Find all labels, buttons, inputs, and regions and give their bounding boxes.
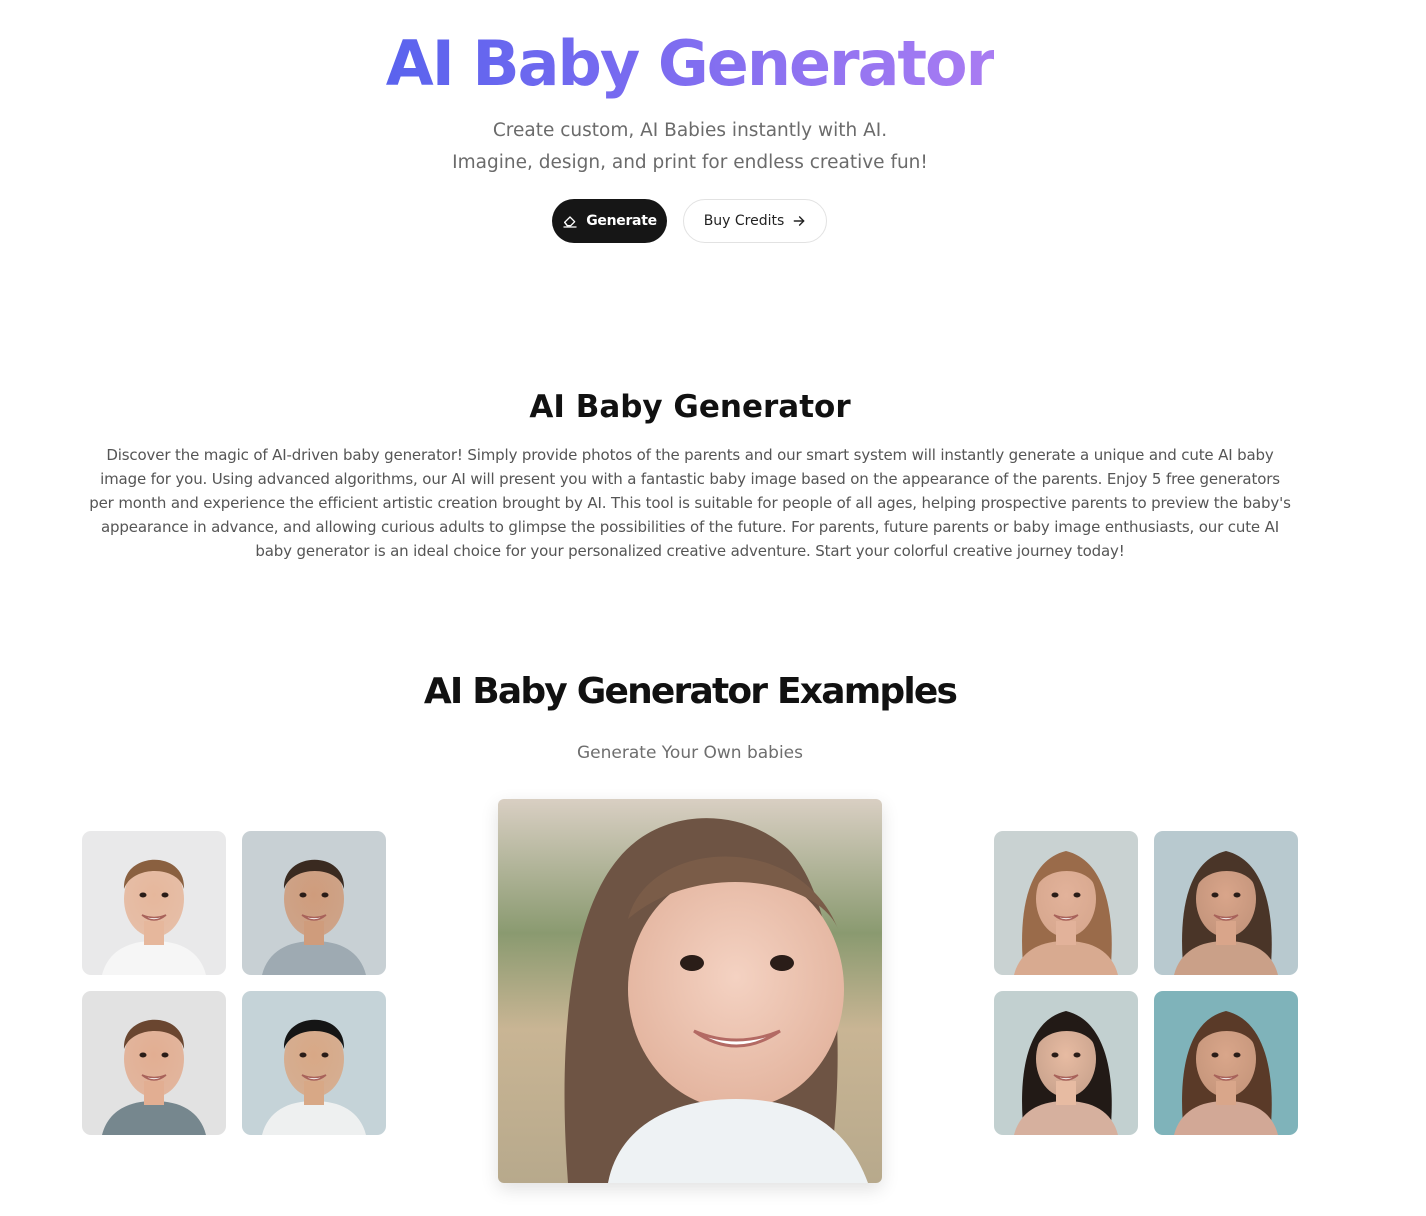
buy-credits-button[interactable]: Buy Credits <box>683 199 827 243</box>
father-photo[interactable] <box>242 991 386 1135</box>
examples-subtitle: Generate Your Own babies <box>577 743 803 763</box>
father-photo[interactable] <box>82 991 226 1135</box>
mother-photo[interactable] <box>1154 991 1298 1135</box>
mother-photo[interactable] <box>994 831 1138 975</box>
arrow-right-icon <box>792 214 806 228</box>
eraser-icon <box>562 213 578 229</box>
father-photo[interactable] <box>242 831 386 975</box>
mother-photo[interactable] <box>1154 831 1298 975</box>
hero-subtitle-line2: Imagine, design, and print for endless c… <box>452 152 928 173</box>
buy-credits-button-label: Buy Credits <box>703 213 785 229</box>
generate-button-label: Generate <box>586 213 657 229</box>
about-description: Discover the magic of AI-driven baby gen… <box>89 446 1291 560</box>
about-section-title: AI Baby Generator <box>529 389 851 425</box>
father-photo[interactable] <box>82 831 226 975</box>
hero-subtitle-line1: Create custom, AI Babies instantly with … <box>492 120 888 141</box>
mother-photo[interactable] <box>994 991 1138 1135</box>
baby-result-photo <box>498 799 882 1183</box>
examples-section-title: AI Baby Generator Examples <box>423 671 958 712</box>
hero-title: AI Baby Generator <box>385 27 996 100</box>
generate-button[interactable]: Generate <box>552 199 667 243</box>
